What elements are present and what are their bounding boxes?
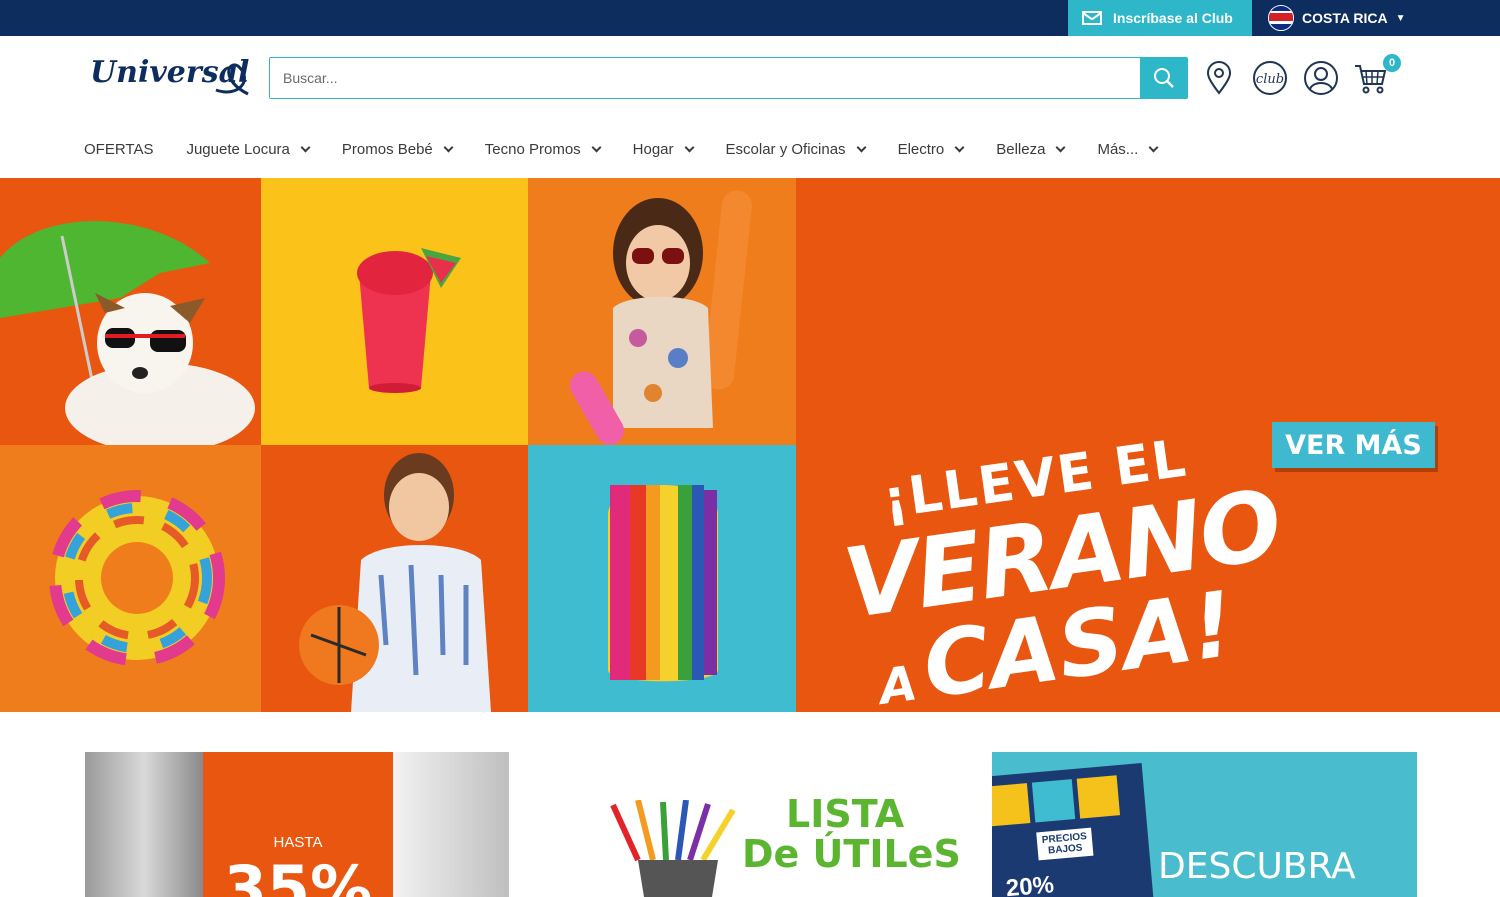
- nav-label: Escolar y Oficinas: [725, 140, 846, 158]
- mixer-image: [393, 752, 509, 897]
- chevron-down-icon: [300, 142, 311, 152]
- chevron-down-icon: [684, 142, 694, 152]
- pencil-cup-image: [610, 800, 736, 897]
- ver-mas-button[interactable]: VER MÁS: [1272, 422, 1435, 468]
- nav-label: Promos Bebé: [341, 140, 433, 158]
- hero-line-3a: A: [875, 655, 921, 716]
- nav-item-electro[interactable]: Electro: [897, 140, 965, 158]
- country-label: COSTA RICA: [1302, 10, 1388, 26]
- nav-label: Más...: [1097, 140, 1139, 158]
- nav-label: Belleza: [996, 140, 1046, 158]
- chevron-down-icon: [591, 142, 602, 152]
- cart-count-badge: 0: [1383, 54, 1401, 72]
- user-account-icon[interactable]: [1303, 60, 1339, 96]
- slushie-drink-image: [261, 178, 528, 445]
- logo-text: Universal: [90, 55, 249, 90]
- nav-item-ofertas[interactable]: OFERTAS: [84, 141, 153, 158]
- school-list-title-2: De ÚTILeS: [742, 832, 961, 876]
- nav-label: Hogar: [632, 140, 674, 158]
- main-nav: OFERTAS Juguete Locura Promos Bebé Tecno…: [84, 130, 1190, 168]
- catalog-tag: PRECIOS BAJOS: [1036, 827, 1094, 861]
- chevron-down-icon: [1056, 142, 1066, 152]
- hero-banner[interactable]: ¡LLEVE EL VERANO ACASA! VER MÁS: [0, 178, 1500, 719]
- nav-item-hogar[interactable]: Hogar: [632, 140, 694, 158]
- store-location-icon[interactable]: [1201, 60, 1237, 96]
- nav-label: Juguete Locura: [186, 140, 290, 158]
- top-bar: Inscríbase al Club COSTA RICA ▼: [0, 0, 1500, 36]
- bodyboard-image: [528, 445, 796, 712]
- chevron-down-icon: ▼: [1395, 12, 1406, 24]
- club-signup-label: Inscríbase al Club: [1113, 10, 1233, 26]
- catalog-percent: 20%: [1004, 871, 1056, 897]
- club-signup-link[interactable]: Inscríbase al Club: [1068, 0, 1252, 36]
- chevron-down-icon: [856, 142, 867, 152]
- nav-item-escolar-y-oficinas[interactable]: Escolar y Oficinas: [725, 140, 867, 158]
- country-selector[interactable]: COSTA RICA ▼: [1268, 0, 1405, 36]
- discount-percent: 35%: [223, 852, 373, 897]
- chevron-down-icon: [443, 142, 454, 152]
- nav-item-juguete-locura[interactable]: Juguete Locura: [186, 140, 311, 158]
- catalog-image: PRECIOS BAJOS 20%: [992, 763, 1154, 897]
- promo-card-catalog[interactable]: PRECIOS BAJOS 20% DESCUBRA: [992, 752, 1417, 897]
- boy-with-ball-image: [261, 445, 528, 712]
- nav-item-tecno-promos[interactable]: Tecno Promos: [484, 140, 602, 158]
- chevron-down-icon: [954, 142, 965, 152]
- girl-pool-noodle-image: [528, 178, 796, 445]
- hero-headline: ¡LLEVE EL VERANO ACASA!: [830, 420, 1286, 736]
- nav-item-promos-bebe[interactable]: Promos Bebé: [341, 140, 454, 158]
- appliance-image: [85, 752, 203, 897]
- discount-panel: HASTA 35%: [203, 752, 393, 897]
- search-bar: [269, 57, 1188, 99]
- universal-logo[interactable]: Universal: [88, 50, 252, 102]
- promo-card-school-list[interactable]: LISTA De ÚTILeS: [538, 752, 964, 897]
- nav-label: Tecno Promos: [484, 140, 581, 158]
- promo-card-discount[interactable]: HASTA 35%: [85, 752, 509, 897]
- school-list-title-1: LISTA: [786, 792, 905, 836]
- catalog-headline: DESCUBRA: [1158, 846, 1356, 887]
- costa-rica-flag-icon: [1268, 5, 1294, 31]
- inflatable-ring-image: [0, 445, 261, 712]
- nav-label: OFERTAS: [84, 140, 154, 158]
- nav-item-belleza[interactable]: Belleza: [996, 140, 1066, 158]
- search-button[interactable]: [1140, 58, 1187, 98]
- club-icon[interactable]: club: [1252, 60, 1288, 96]
- nav-label: Electro: [897, 140, 945, 158]
- chevron-down-icon: [1148, 142, 1159, 152]
- envelope-icon: [1082, 11, 1102, 25]
- discount-small-text: HASTA: [273, 834, 323, 851]
- search-icon: [1153, 68, 1174, 88]
- nav-item-mas[interactable]: Más...: [1097, 140, 1159, 158]
- search-input[interactable]: [270, 58, 1140, 98]
- dog-umbrella-image: [0, 178, 261, 445]
- svg-text:club: club: [1256, 72, 1284, 87]
